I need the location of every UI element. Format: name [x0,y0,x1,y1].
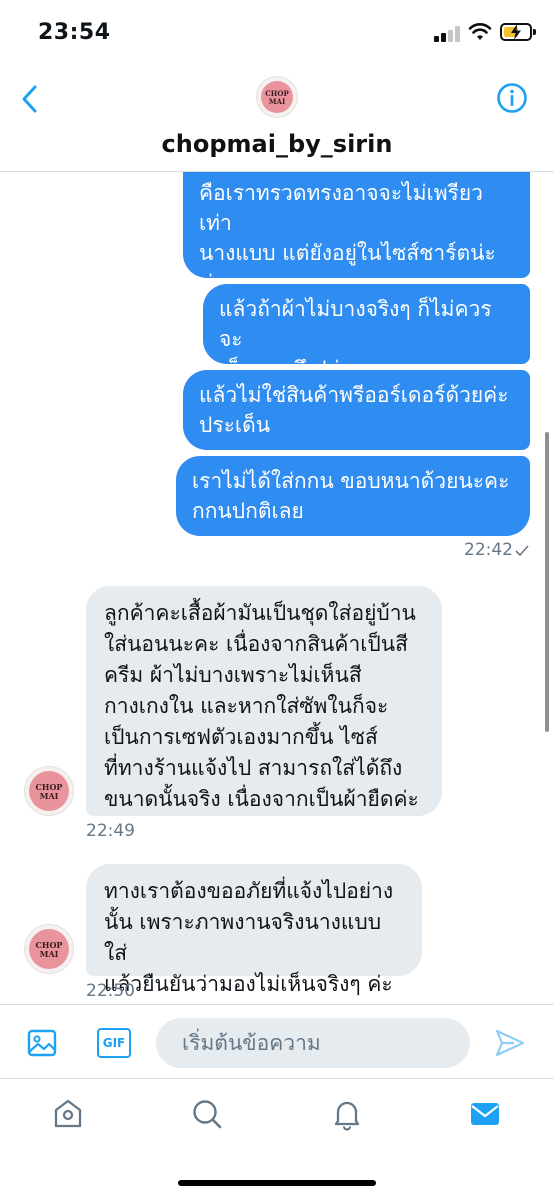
message-line: ครีม ผ้าไม่บางเพราะไม่เห็นสี [104,663,362,687]
message-line: เราไม่ได้ใส่กกน ขอบหนาด้วยนะคะ [192,469,510,493]
send-icon[interactable] [494,1027,526,1059]
logo: CHOP MAI [261,81,293,113]
gif-label: GIF [102,1036,126,1050]
logo-text: MAI [39,948,59,959]
message-timestamp: 22:49 [86,821,135,841]
message-line: แล้วยืนยันว่ามองไม่เห็นจริงๆ ค่ะ [104,972,393,996]
message-line: นั้น เพราะภาพงานจริงนางแบบใส่ [104,910,382,965]
header-avatar[interactable]: CHOP MAI [256,76,298,118]
message-line: กกนปกติเลย [192,499,304,523]
message-line: ประเด็น [199,413,271,437]
message-line: นางแบบ แต่ยังอยู่ในไซส์ชาร์ตน่ะ [199,241,496,265]
message-line: คือเราทรวดทรงอาจจะไม่เพรียวเท่า [199,181,483,235]
search-icon[interactable] [190,1097,224,1131]
gif-button[interactable]: GIF [97,1028,131,1058]
sender-avatar[interactable]: CHOP MAI [24,924,74,974]
message-line: ใส่นอนนะคะ เนื่องจากสินค้าเป็นสี [104,632,408,656]
checkmark-icon [515,545,529,557]
logo-text: CHOP [265,88,289,98]
home-indicator[interactable] [178,1180,376,1186]
back-button[interactable] [16,82,44,116]
sent-message[interactable]: เราไม่ได้ใส่กกน ขอบหนาด้วยนะคะ กกนปกติเล… [176,456,530,536]
message-composer: GIF [0,1004,554,1078]
battery-tip [533,29,536,35]
logo: CHOP MAI [29,929,69,969]
sent-message[interactable]: คือเราทรวดทรงอาจจะไม่เพรียวเท่า นางแบบ แ… [183,172,530,295]
message-line: ขนาดนั้นจริง เนื่องจากเป็นผ้ายืดค่ะ [104,787,419,811]
bell-icon[interactable] [330,1097,364,1131]
envelope-icon[interactable] [468,1097,502,1131]
conversation-title[interactable]: chopmai_by_sirin [0,130,554,158]
message-line: ลูกค้าคะเสื้อผ้ามันเป็นชุดใส่อยู่บ้าน [104,601,416,625]
logo-text: MAI [268,96,286,106]
scrollbar[interactable] [545,432,549,732]
message-line: แล้วถ้าผ้าไม่บางจริงๆ ก็ไม่ควรจะ [219,297,492,351]
message-input[interactable] [156,1018,470,1068]
sender-avatar[interactable]: CHOP MAI [24,766,74,816]
sent-message[interactable]: แล้วไม่ใช่สินค้าพรีออร์เดอร์ด้วยค่ะ ประเ… [183,370,530,450]
message-line: แล้วไม่ใช่สินค้าพรีออร์เดอร์ด้วยค่ะ [199,383,509,407]
cellular-signal-icon [434,26,460,42]
image-icon[interactable] [26,1027,58,1059]
charging-bolt-icon [511,24,521,40]
logo-text: CHOP [35,939,63,950]
conversation-header: CHOP MAI chopmai_by_sirin [0,66,554,172]
message-line: ทางเราต้องขออภัยที่แจ้งไปอย่าง [104,879,394,903]
received-message[interactable]: ทางเราต้องขออภัยที่แจ้งไปอย่าง นั้น เพรา… [86,864,422,996]
message-line: เป็นการเซฟตัวเองมากขึ้น ไซส์ [104,725,378,749]
logo-text: MAI [39,790,59,801]
message-timestamp: 22:42 [464,540,513,560]
home-icon[interactable] [51,1097,85,1131]
message-thread[interactable]: คือเราทรวดทรงอาจจะไม่เพรียวเท่า นางแบบ แ… [0,172,554,1004]
info-button[interactable] [496,82,528,114]
message-line: กางเกงใน และหากใส่ซัพในก็จะ [104,694,389,718]
message-timestamp: 22:50 [86,981,135,1001]
status-bar: 23:54 [0,0,554,66]
received-message[interactable]: ลูกค้าคะเสื้อผ้ามันเป็นชุดใส่อยู่บ้าน ใส… [86,586,442,816]
wifi-icon [468,23,492,40]
logo: CHOP MAI [29,771,69,811]
logo-text: CHOP [35,781,63,792]
sent-message[interactable]: แล้วถ้าผ้าไม่บางจริงๆ ก็ไม่ควรจะ เห็นขอบ… [203,284,530,381]
message-line: ที่ทางร้านแจ้งไป สามารถใส่ได้ถึง [104,756,403,780]
status-time: 23:54 [38,20,111,45]
